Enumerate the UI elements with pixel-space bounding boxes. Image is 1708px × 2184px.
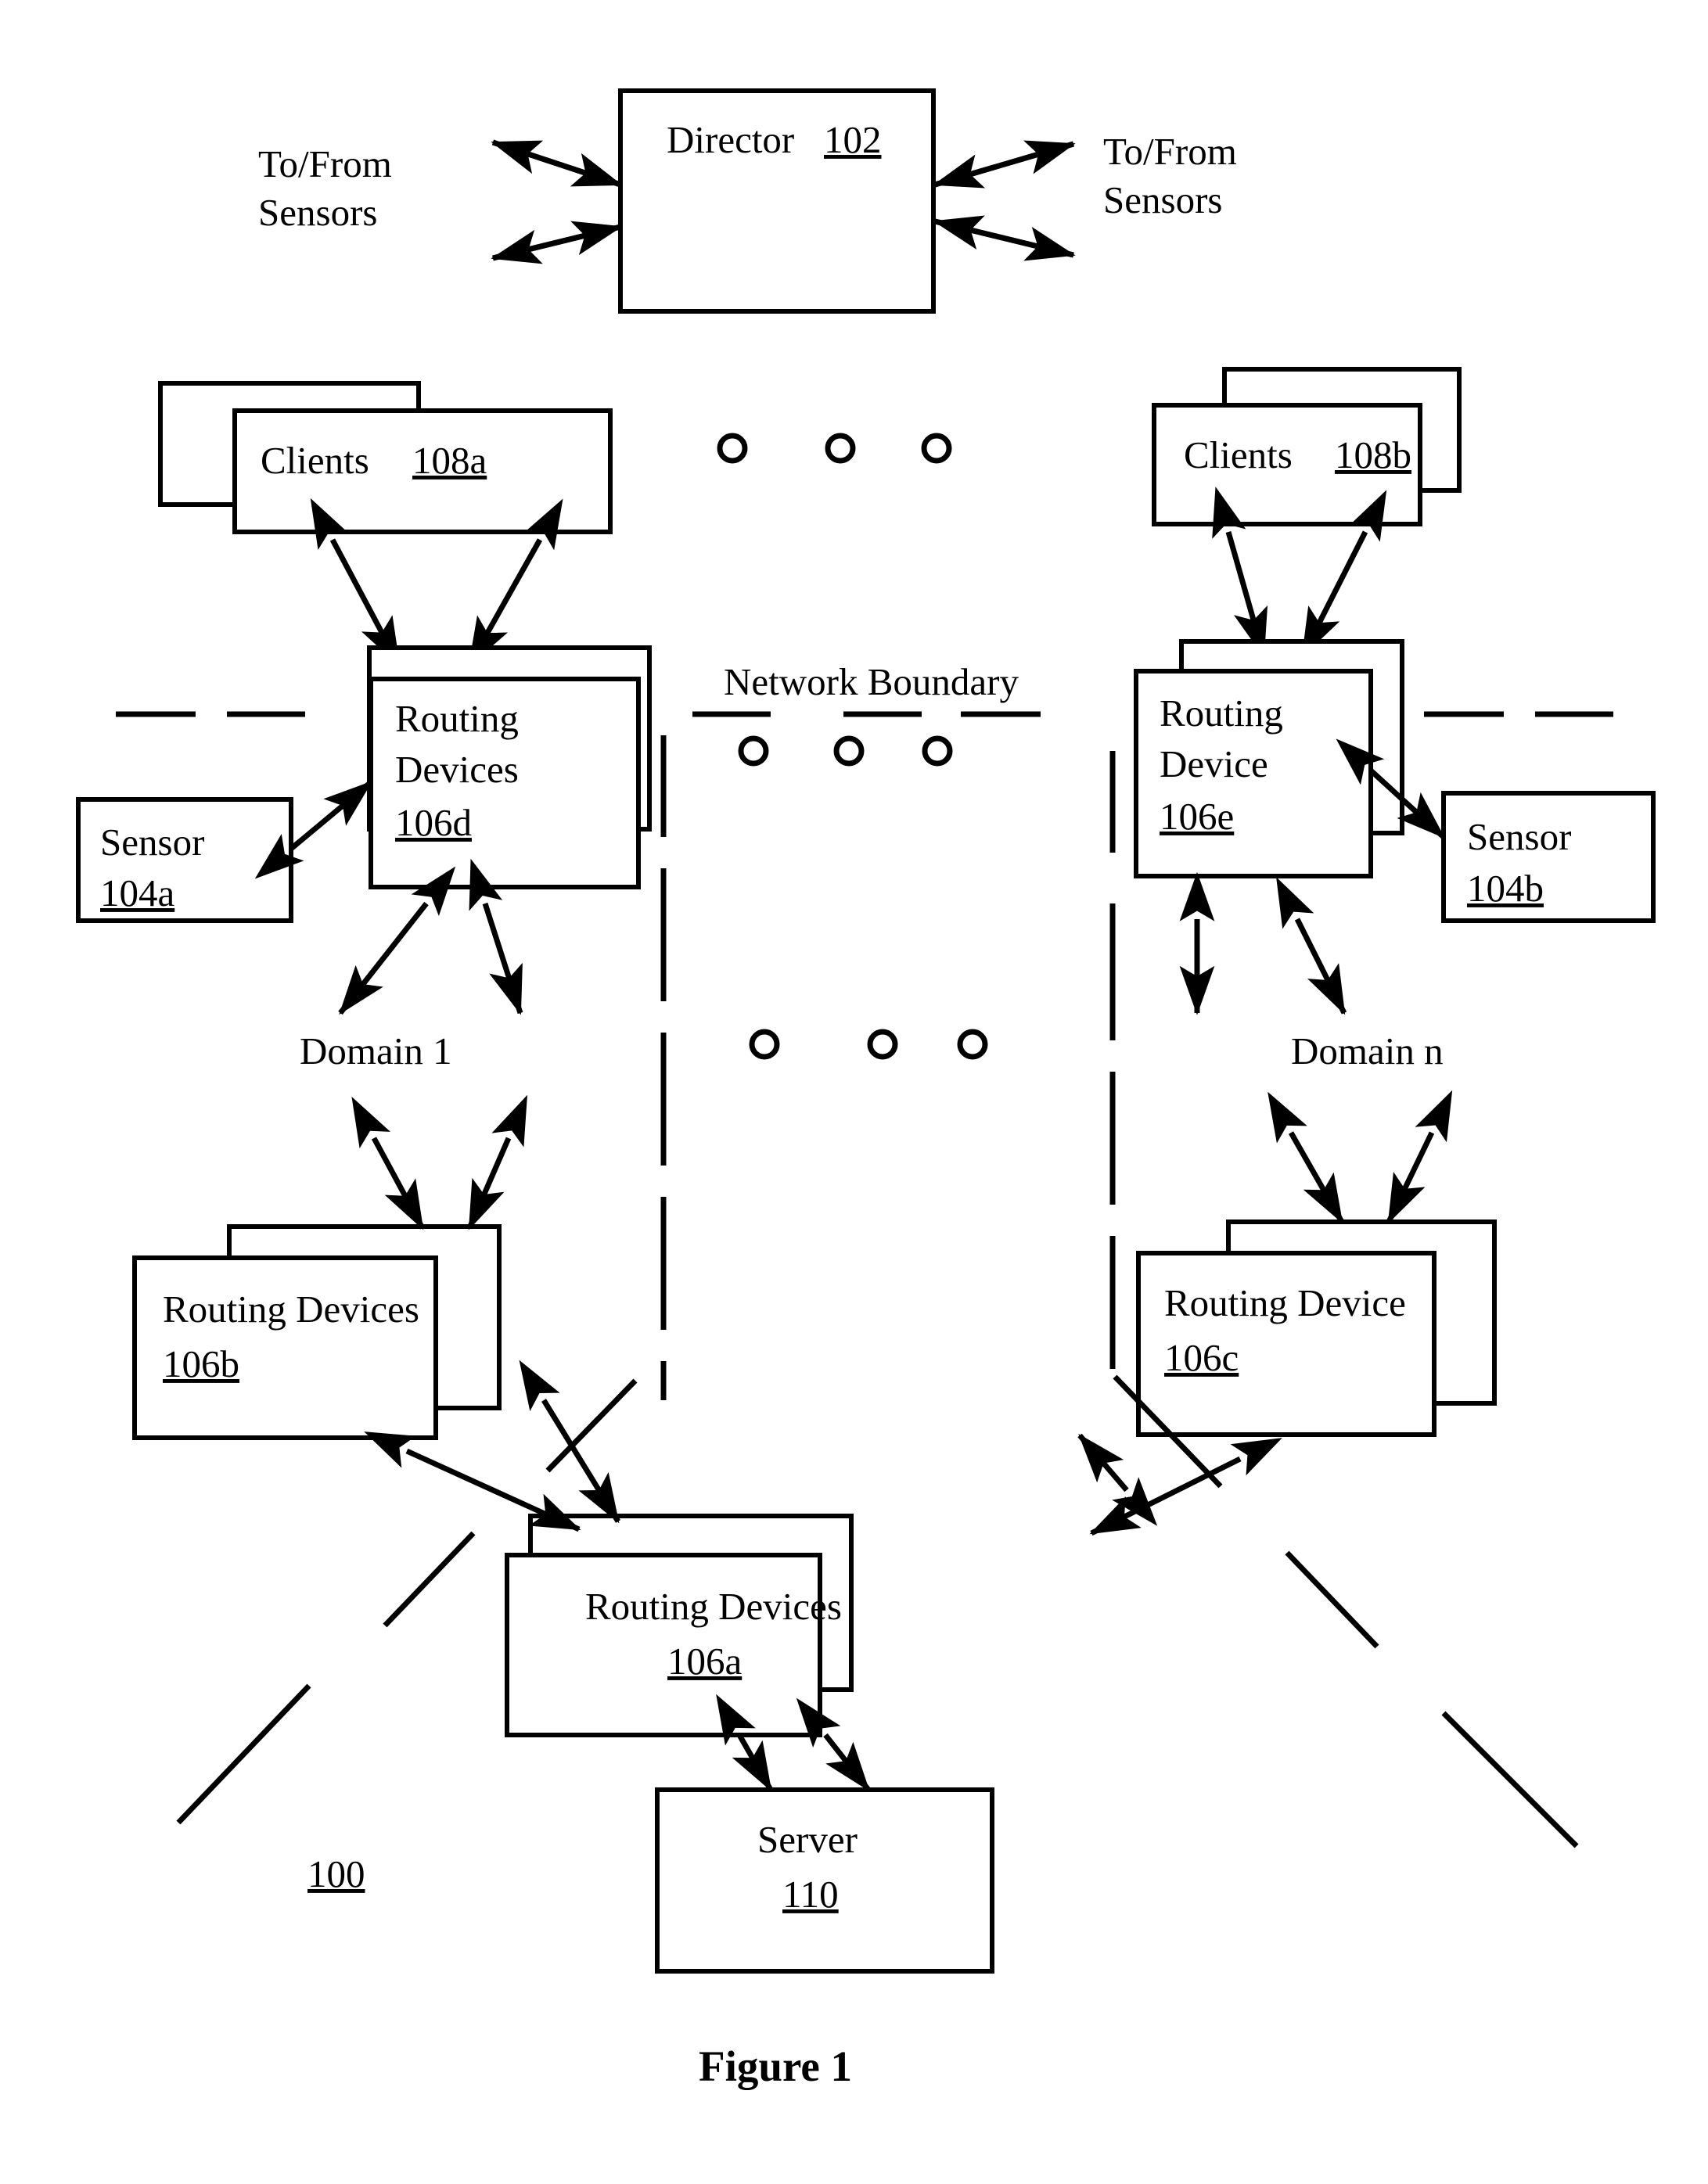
routing-106d-ref: 106d xyxy=(395,801,472,844)
director-label: Director xyxy=(667,118,794,161)
domain-n-label: Domain n xyxy=(1291,1029,1444,1072)
sensor-104b-node[interactable]: Sensor 104b xyxy=(1441,791,1656,923)
director-left-arrow-in-upper xyxy=(491,139,623,188)
routing-device-106e-node[interactable]: Routing Device 106e xyxy=(1134,639,1404,878)
routing-b-to-routing-a-arrows xyxy=(364,1360,620,1532)
server-110-label: Server xyxy=(757,1818,858,1861)
routing-devices-106b-node[interactable]: Routing Devices 106b xyxy=(132,1224,502,1440)
domain-n-arrows xyxy=(1179,871,1347,1015)
routing-106c-top-arrows xyxy=(1268,1090,1453,1224)
sensor-104a-to-routing-106d-arrow xyxy=(254,780,373,879)
routing-device-106c-node[interactable]: Routing Device 106c xyxy=(1136,1220,1497,1437)
sensor-104a-ref: 104a xyxy=(100,871,175,914)
boundary-ellipsis-circles xyxy=(738,735,953,767)
system-ref-100: 100 xyxy=(307,1852,365,1895)
domain-1-label: Domain 1 xyxy=(300,1029,452,1072)
routing-106e-line1: Routing xyxy=(1160,691,1283,735)
domain-1-arrow-left xyxy=(338,866,456,1015)
diagram-canvas: Director 102 To/From Sensors To/From Sen… xyxy=(76,88,1656,2090)
routing-106e-line2: Device xyxy=(1160,742,1268,785)
routing-106c-ref: 106c xyxy=(1164,1336,1239,1379)
top-ellipsis-circle-3 xyxy=(921,433,952,464)
routing-106d-line2: Devices xyxy=(395,748,519,791)
routing-106a-ref: 106a xyxy=(667,1640,743,1683)
sensor-104b-ref: 104b xyxy=(1467,867,1544,910)
domain-n-arrow-right xyxy=(1276,877,1347,1015)
clients-b-to-routing-e-arrows xyxy=(1212,487,1387,658)
clients-108b-ref: 108b xyxy=(1335,433,1411,476)
clients-b-routing-e-arrow-right xyxy=(1300,490,1387,658)
director-right-arrows xyxy=(933,140,1076,261)
routing-106c-top-arrow-right xyxy=(1386,1090,1453,1224)
routing-c-routing-a-arrow-2 xyxy=(1089,1438,1282,1536)
dboundary-right-dash-3 xyxy=(1441,1711,1579,1848)
director-left-arrow-in-lower xyxy=(492,221,623,261)
clients-108a-ref: 108a xyxy=(412,439,487,482)
clients-108a-label: Clients xyxy=(261,439,369,482)
middle-ellipsis-circles xyxy=(749,1029,988,1060)
top-ellipsis-circles xyxy=(717,433,952,464)
clients-b-routing-e-arrow-left xyxy=(1212,487,1268,658)
routing-106c-top-arrow-left xyxy=(1268,1091,1345,1224)
sensor-104a-label: Sensor xyxy=(100,821,204,864)
routing-106e-ref: 106e xyxy=(1160,795,1234,838)
middle-ellipsis-circle-3 xyxy=(957,1029,988,1060)
routing-106a-line1: Routing Devices xyxy=(585,1585,842,1628)
top-ellipsis-circle-2 xyxy=(825,433,856,464)
boundary-ellipsis-circle-2 xyxy=(833,735,865,767)
routing-106b-top-arrow-right xyxy=(466,1094,528,1230)
director-right-arrow-in-upper xyxy=(933,141,1074,189)
dboundary-right-dash-2 xyxy=(1285,1550,1379,1649)
director-left-arrows xyxy=(491,139,623,264)
director-right-arrow-in-lower xyxy=(933,215,1074,258)
middle-ellipsis-circle-2 xyxy=(867,1029,898,1060)
tofrom-left-line2: Sensors xyxy=(258,191,377,234)
boundary-ellipsis-circle-3 xyxy=(922,735,953,767)
routing-106b-top-arrow-left xyxy=(351,1097,426,1230)
clients-108a-node[interactable]: Clients 108a xyxy=(158,381,613,534)
clients-108b-label: Clients xyxy=(1184,433,1293,476)
domain-1-arrow-right xyxy=(469,858,523,1015)
routing-a-server-arrow-right xyxy=(796,1697,871,1792)
boundary-diagonal-right xyxy=(1113,1374,1579,1848)
figure-caption: Figure 1 xyxy=(699,2042,852,2090)
tofrom-sensors-right-label: To/From Sensors xyxy=(1103,130,1237,221)
routing-106b-line1: Routing Devices xyxy=(163,1288,419,1331)
routing-106c-line1: Routing Device xyxy=(1164,1281,1406,1324)
network-boundary-label: Network Boundary xyxy=(724,660,1019,703)
routing-106b-top-arrows xyxy=(351,1094,528,1230)
routing-106a-box[interactable] xyxy=(505,1553,822,1737)
routing-106b-ref: 106b xyxy=(163,1342,239,1385)
tofrom-right-line1: To/From xyxy=(1103,130,1237,173)
routing-devices-106a-node[interactable]: Routing Devices 106a xyxy=(505,1514,854,1737)
director-ref: 102 xyxy=(824,118,882,161)
tofrom-left-line1: To/From xyxy=(258,142,392,185)
top-ellipsis-circle-1 xyxy=(717,433,748,464)
sensor-104a-node[interactable]: Sensor 104a xyxy=(76,797,293,923)
figure-1-diagram: Director 102 To/From Sensors To/From Sen… xyxy=(0,0,1708,2184)
tofrom-sensors-left-label: To/From Sensors xyxy=(258,142,392,234)
routing-106d-line1: Routing xyxy=(395,697,519,740)
routing-devices-106d-node[interactable]: Routing Devices 106d xyxy=(367,645,652,889)
server-110-node[interactable]: Server 110 xyxy=(655,1787,994,1974)
domain-1-arrows xyxy=(338,858,523,1015)
dboundary-left-dash-3 xyxy=(176,1683,311,1825)
server-110-ref: 110 xyxy=(782,1873,839,1916)
middle-ellipsis-circle-1 xyxy=(749,1029,780,1060)
dboundary-left-dash-2 xyxy=(383,1531,476,1628)
routing-a-to-server-arrows xyxy=(716,1694,871,1792)
director-node[interactable]: Director 102 xyxy=(618,88,936,314)
routing-c-routing-a-arrow-1 xyxy=(1077,1433,1158,1526)
boundary-ellipsis-circle-1 xyxy=(738,735,769,767)
tofrom-right-line2: Sensors xyxy=(1103,178,1222,221)
routing-a-server-arrow-left xyxy=(716,1694,774,1792)
clients-108b-node[interactable]: Clients 108b xyxy=(1152,367,1462,526)
sensor-104b-label: Sensor xyxy=(1467,815,1571,858)
